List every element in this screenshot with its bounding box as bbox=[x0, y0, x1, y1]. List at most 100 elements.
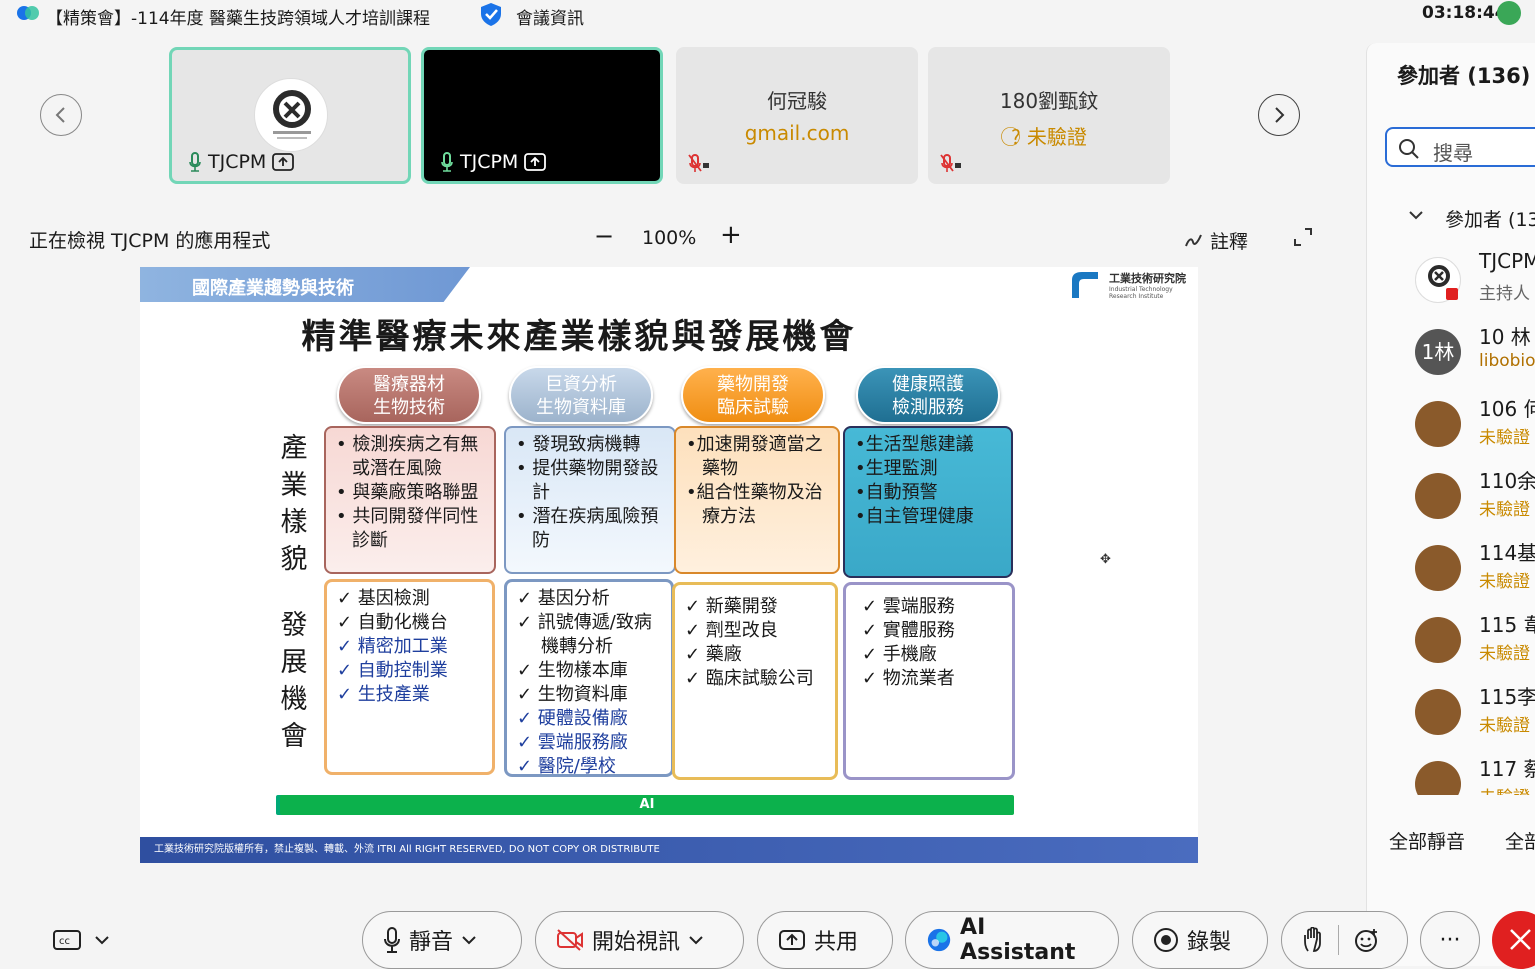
next-tiles-button[interactable] bbox=[1258, 94, 1300, 136]
chevron-down-icon bbox=[689, 936, 703, 945]
avatar bbox=[1415, 761, 1461, 795]
landscape-box: • 發現致病機轉 • 提供藥物開發設計 • 潛在疾病風險預防 bbox=[504, 426, 676, 574]
network-signal-icon[interactable] bbox=[1497, 1, 1521, 25]
search-icon bbox=[1399, 139, 1419, 159]
previous-tiles-button[interactable] bbox=[40, 94, 82, 136]
tile-status: 未驗證 bbox=[1026, 125, 1087, 149]
raise-hand-icon bbox=[1304, 927, 1321, 952]
captions-button[interactable]: cc bbox=[52, 929, 112, 955]
participant-row[interactable]: 106 何 未驗證 bbox=[1415, 393, 1535, 453]
category-pill: 健康照護 檢測服務 bbox=[856, 366, 1000, 424]
meeting-info-link[interactable]: 會議資訊 bbox=[516, 4, 584, 29]
avatar: 1林 bbox=[1415, 329, 1461, 375]
zoom-out-button[interactable]: − bbox=[594, 222, 614, 250]
landscape-box: • 檢測疾病之有無或潛在風險 • 與藥廠策略聯盟 • 共同開發伴同性診斷 bbox=[324, 426, 496, 574]
avatar bbox=[1415, 257, 1461, 303]
mute-button[interactable]: 靜音 bbox=[362, 911, 522, 969]
shared-slide: 國際產業趨勢與技術 工業技術研究院 Industrial Technology R… bbox=[140, 267, 1198, 863]
tile-name: 180劉甄鈫 bbox=[999, 89, 1099, 113]
video-tile-participant[interactable]: 180劉甄鈫 ?⃝ 未驗證 bbox=[928, 47, 1170, 184]
meeting-timer: 03:18:44 bbox=[1422, 3, 1507, 23]
svg-text:cc: cc bbox=[59, 936, 70, 947]
start-video-button[interactable]: 開始視訊 bbox=[535, 911, 744, 969]
microphone-icon bbox=[189, 152, 201, 172]
meeting-title: 【精策會】-114年度 醫藥生技跨領域人才培訓課程 bbox=[46, 9, 430, 29]
participant-row[interactable]: 114基 未驗證 bbox=[1415, 537, 1535, 597]
chevron-left-icon bbox=[55, 107, 65, 123]
mute-all-button[interactable]: 全部靜音 bbox=[1389, 827, 1465, 854]
participant-row[interactable]: 115李 未驗證 bbox=[1415, 681, 1535, 741]
more-options-button[interactable]: ··· bbox=[1420, 911, 1480, 969]
viewing-label: 正在檢視 TJCPM 的應用程式 bbox=[29, 230, 271, 252]
ai-assistant-icon bbox=[927, 928, 951, 952]
slide-banner: 國際產業趨勢與技術 bbox=[140, 267, 470, 302]
opportunity-box: ✓ 基因分析 ✓ 訊號傳遞/致病機轉分析 ✓ 生物樣本庫 ✓ 生物資料庫 ✓ 硬體設備廠… bbox=[504, 579, 674, 777]
reactions-button[interactable] bbox=[1281, 911, 1408, 969]
zoom-level: 100% bbox=[642, 227, 697, 249]
opportunity-box: ✓ 雲端服務 ✓ 實體服務 ✓ 手機廠 ✓ 物流業者 bbox=[843, 582, 1015, 780]
webex-logo-icon bbox=[17, 6, 39, 20]
expand-icon[interactable] bbox=[1293, 227, 1313, 247]
tile-email: gmail.com bbox=[744, 121, 850, 145]
closed-captions-icon: cc bbox=[53, 930, 109, 950]
row-label-opportunity: 發展機會 bbox=[280, 610, 308, 752]
chevron-right-icon bbox=[1275, 107, 1285, 123]
video-tile-host[interactable]: TJCPM bbox=[169, 47, 411, 184]
video-tile-host-screen[interactable]: TJCPM bbox=[421, 47, 663, 184]
category-pill: 巨資分析 生物資料庫 bbox=[509, 366, 653, 424]
remote-cursor-icon: ✥ bbox=[1100, 552, 1111, 567]
share-button[interactable]: 共用 bbox=[757, 911, 893, 969]
muted-mic-icon bbox=[688, 154, 709, 172]
emoji-icon bbox=[1355, 929, 1377, 952]
itri-logo-icon bbox=[1072, 272, 1098, 298]
avatar bbox=[1415, 473, 1461, 519]
unverified-icon: ?⃝ bbox=[1011, 125, 1027, 149]
title-bar: 【精策會】-114年度 醫藥生技跨領域人才培訓課程 會議資訊 03:18:44 bbox=[0, 0, 1535, 29]
avatar bbox=[1415, 689, 1461, 735]
annotate-button[interactable]: 註釋 bbox=[1184, 227, 1248, 254]
share-screen-icon bbox=[779, 930, 805, 950]
microphone-icon bbox=[441, 152, 453, 172]
landscape-box: •加速開發適當之藥物 •組合性藥物及治療方法 bbox=[674, 426, 840, 574]
muted-mic-icon bbox=[940, 154, 961, 172]
participant-search-input[interactable]: 搜尋 bbox=[1385, 127, 1535, 167]
zoom-in-button[interactable]: + bbox=[720, 220, 742, 250]
sharing-icon bbox=[524, 153, 547, 171]
ai-bar: AI bbox=[280, 795, 1014, 815]
chevron-down-icon bbox=[462, 936, 476, 945]
chevron-down-icon[interactable] bbox=[1407, 206, 1425, 224]
category-pill: 藥物開發 臨床試驗 bbox=[681, 366, 825, 424]
record-icon bbox=[1154, 928, 1178, 952]
tjcpm-logo bbox=[254, 78, 328, 152]
participant-row[interactable]: 110余 未驗證 bbox=[1415, 465, 1535, 525]
avatar bbox=[1415, 545, 1461, 591]
tile-name: TJCPM bbox=[208, 151, 267, 173]
shield-icon[interactable] bbox=[478, 1, 504, 27]
itri-name: 工業技術研究院 bbox=[1109, 272, 1186, 285]
record-button[interactable]: 錄製 bbox=[1132, 911, 1268, 969]
sharing-icon bbox=[272, 153, 295, 171]
participant-row[interactable]: 1林 10 林 libobio bbox=[1415, 321, 1535, 381]
participant-row[interactable]: 115 韋 未驗證 bbox=[1415, 609, 1535, 669]
avatar bbox=[1415, 401, 1461, 447]
avatar bbox=[1415, 617, 1461, 663]
slide-footer: 工業技術研究院版權所有，禁止複製、轉載、外流 ITRI All RIGHT RE… bbox=[140, 837, 1198, 863]
more-icon: ··· bbox=[1439, 927, 1461, 953]
unmute-all-button[interactable]: 全部 bbox=[1505, 827, 1535, 854]
close-icon bbox=[1510, 929, 1531, 950]
video-tile-participant[interactable]: 何冠駿 gmail.com bbox=[676, 47, 918, 184]
participant-row[interactable]: TJCPM 主持人 bbox=[1415, 249, 1535, 309]
video-off-icon bbox=[557, 929, 583, 951]
microphone-icon bbox=[384, 927, 400, 953]
participant-group-header[interactable]: 參加者 (136) bbox=[1445, 205, 1535, 232]
pen-icon bbox=[1185, 234, 1202, 246]
tile-name: TJCPM bbox=[460, 151, 519, 173]
ai-assistant-button[interactable]: AI Assistant bbox=[905, 911, 1119, 969]
row-label-landscape: 產業樣貌 bbox=[280, 433, 308, 575]
opportunity-box: ✓ 新藥開發 ✓ 劑型改良 ✓ 藥廠 ✓ 臨床試驗公司 bbox=[672, 582, 838, 780]
panel-title: 參加者 (136) bbox=[1397, 64, 1531, 88]
opportunity-box: ✓ 基因檢測 ✓ 自動化機台 ✓ 精密加工業 ✓ 自動控制業 ✓ 生技產業 bbox=[324, 579, 495, 775]
participant-row[interactable]: 117 蔡 未驗證 bbox=[1415, 753, 1535, 795]
participants-panel: 參加者 (136) 搜尋 參加者 (136) TJCPM 主持人 1林 10 林… bbox=[1366, 43, 1535, 966]
category-pill: 醫療器材 生物技術 bbox=[337, 366, 481, 424]
